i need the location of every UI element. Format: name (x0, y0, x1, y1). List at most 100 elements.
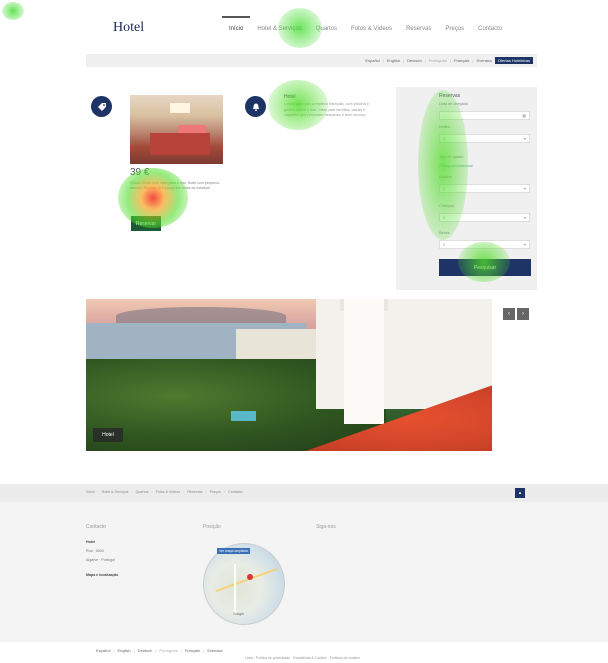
breadcrumb-item[interactable]: Início (86, 490, 95, 494)
contact-line: Rua · 0000 (86, 549, 104, 553)
bottom-lang-fr[interactable]: Français (185, 648, 200, 653)
chevron-down-icon: ▾ (523, 215, 526, 220)
breadcrumb-item[interactable]: Quartos (136, 490, 149, 494)
language-bar: Español | English | Deutsch | Português … (86, 54, 537, 67)
slideshow-next-button[interactable]: › (517, 308, 529, 320)
nav-item-quartos[interactable]: Quartos (309, 16, 344, 46)
building-shape (316, 299, 492, 409)
babies-value: 0 (443, 242, 446, 247)
map-location-link[interactable]: Mapa e localização (86, 573, 118, 577)
adults-value: 2 (443, 186, 446, 191)
hero-slideshow-image[interactable] (86, 299, 492, 451)
booking-search-panel: Reservas Data de chegada ▦ Noites 1 ▾ Ti… (396, 87, 537, 290)
adults-select[interactable]: 2 ▾ (439, 184, 530, 193)
hero-caption: Hotel (93, 428, 123, 442)
lang-separator: | (180, 648, 182, 653)
babies-select[interactable]: 0 ▾ (439, 240, 530, 249)
babies-label: Bebés (439, 231, 450, 235)
lang-separator: | (402, 58, 405, 63)
children-select[interactable]: 0 ▾ (439, 213, 530, 222)
search-panel-title: Reservas (439, 93, 461, 99)
info-title: Hotel (284, 94, 296, 100)
promo-book-button[interactable]: Reservar (131, 216, 161, 231)
children-label: Crianças (439, 204, 454, 208)
chevron-down-icon: ▾ (523, 186, 526, 191)
bottom-lang-pt[interactable]: Português (159, 648, 177, 653)
nav-item-fotos-videos[interactable]: Fotos & Vídeos (344, 16, 399, 46)
arrival-date-field[interactable]: ▦ (439, 111, 530, 120)
lang-pt[interactable]: Português (429, 58, 447, 63)
nav-item-hotel-servicos[interactable]: Hotel & Serviços (250, 16, 308, 46)
site-logo[interactable]: Hotel (113, 20, 144, 36)
promo-room-image[interactable] (130, 95, 223, 164)
lang-separator: | (133, 648, 135, 653)
lang-separator: | (472, 58, 474, 63)
arrival-label: Data de chegada (439, 102, 468, 106)
bottom-lang-es[interactable]: Español (96, 648, 110, 653)
breadcrumb: Início › Hotel & Serviços › Quartos › Fo… (86, 490, 243, 494)
breadcrumb-item[interactable]: Preços (210, 490, 221, 494)
contact-line: Algarve · Portugal (86, 558, 115, 562)
pool-shape (231, 411, 256, 421)
back-to-top-button[interactable]: ▴ (515, 488, 525, 498)
nights-value: 1 (443, 136, 446, 141)
breadcrumb-bar: Início › Hotel & Serviços › Quartos › Fo… (0, 484, 608, 502)
map-road (234, 564, 236, 614)
bottom-bar: Español | English | Deutsch | Português … (0, 644, 608, 663)
lang-en[interactable]: English (387, 58, 400, 63)
chevron-down-icon: ▾ (523, 242, 526, 247)
lang-es[interactable]: Español (365, 58, 379, 63)
adults-label: Adultos (439, 175, 452, 179)
lang-de[interactable]: Deutsch (407, 58, 422, 63)
calendar-icon: ▦ (522, 113, 526, 118)
lang-separator: | (382, 58, 384, 63)
nights-label: Noites (439, 125, 450, 129)
promo-code-link[interactable]: Código promocional (439, 164, 473, 168)
bottom-language-links: Español | English | Deutsch | Português … (96, 648, 222, 653)
breadcrumb-item[interactable]: Reservas (187, 490, 202, 494)
breadcrumb-separator: › (183, 490, 185, 494)
contact-title: Contacto (86, 524, 107, 530)
slideshow-prev-button[interactable]: ‹ (503, 308, 515, 320)
breadcrumb-item[interactable]: Contacto (228, 490, 242, 494)
bottom-lang-en[interactable]: English (118, 648, 131, 653)
contact-line: Hotel (86, 540, 95, 544)
site-header: Hotel Início Hotel & Serviços Quartos Fo… (0, 0, 608, 52)
tag-icon (91, 96, 112, 117)
map-road (215, 567, 278, 593)
nav-item-reservas[interactable]: Reservas (399, 16, 438, 46)
bell-icon (245, 96, 266, 117)
nav-item-precos[interactable]: Preços (438, 16, 471, 46)
breadcrumb-separator: › (131, 490, 133, 494)
search-submit-button[interactable]: Pesquisar (439, 259, 531, 276)
enlarge-map-link[interactable]: Ver mapa ampliado (217, 548, 251, 554)
offers-button[interactable]: Ofertas Hoteleiras (494, 57, 533, 64)
bed-shape (150, 133, 210, 155)
lang-sv[interactable]: Svenska (476, 58, 491, 63)
nights-select[interactable]: 1 ▾ (439, 134, 530, 143)
legal-links[interactable]: Links · Política de privacidade · Estatí… (245, 656, 360, 660)
breadcrumb-separator: › (151, 490, 153, 494)
breadcrumb-item[interactable]: Fotos & Vídeos (156, 490, 181, 494)
breadcrumb-separator: › (223, 490, 226, 494)
breadcrumb-item[interactable]: Hotel & Serviços (102, 490, 129, 494)
slideshow-controls: ‹ › (503, 308, 529, 320)
lang-separator: | (424, 58, 426, 63)
bottom-lang-sv[interactable]: Svenska (207, 648, 222, 653)
lang-separator: | (155, 648, 157, 653)
lang-separator: | (449, 58, 452, 63)
children-value: 0 (443, 215, 446, 220)
breadcrumb-separator: › (205, 490, 207, 494)
bottom-lang-de[interactable]: Deutsch (138, 648, 153, 653)
nav-item-inicio[interactable]: Início (222, 16, 251, 46)
lang-separator: | (203, 648, 205, 653)
location-map[interactable] (203, 543, 285, 625)
nav-item-contacto[interactable]: Contacto (471, 16, 509, 46)
room-type-label: Tipo de quarto (439, 155, 464, 159)
chevron-down-icon: ▾ (523, 136, 526, 141)
site-footer: Início › Hotel & Serviços › Quartos › Fo… (0, 484, 608, 642)
lang-fr[interactable]: Français (454, 58, 469, 63)
lamp-shape (170, 103, 190, 113)
breadcrumb-separator: › (97, 490, 99, 494)
lang-separator: | (113, 648, 115, 653)
